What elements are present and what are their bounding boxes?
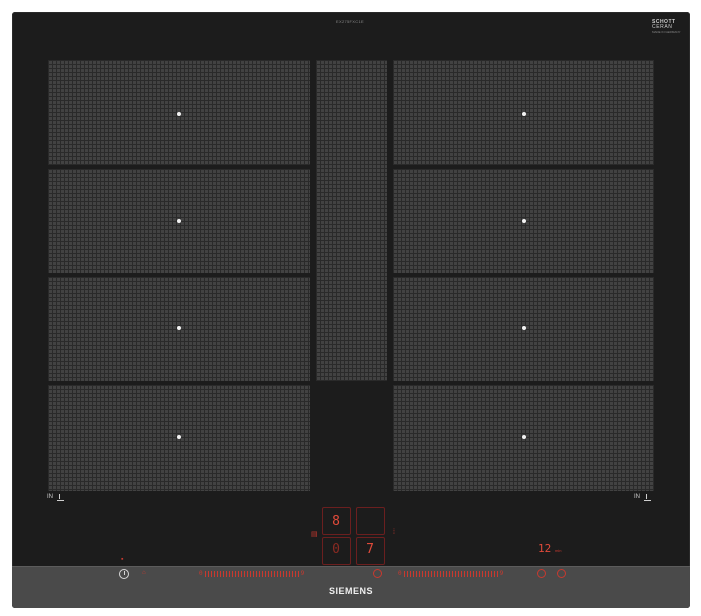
slider-ticks xyxy=(403,570,498,577)
slider-min-label: 0 xyxy=(199,570,203,577)
schott-ceran-logo: SCHOTT CERAN MADE IN GERMANY xyxy=(652,20,686,35)
control-strip-edge xyxy=(12,566,690,567)
model-label: EX275FXC1E xyxy=(336,19,364,24)
display-bottom-left-digit: 0 xyxy=(332,542,340,557)
lock-icon[interactable]: ⌂ xyxy=(142,570,146,576)
timer-unit: min xyxy=(555,548,562,553)
display-bottom-right-digit: 7 xyxy=(366,542,374,557)
slider-max-label: 9 xyxy=(300,570,305,577)
info-icon[interactable] xyxy=(557,569,566,578)
power-icon[interactable] xyxy=(119,569,129,579)
zone-marker xyxy=(177,219,181,223)
boost-icon[interactable] xyxy=(373,569,382,578)
zone-select-icon[interactable]: ⁞ xyxy=(393,529,395,536)
made-in-text: MADE IN GERMANY xyxy=(652,30,681,34)
status-indicator: ▪ xyxy=(121,556,124,563)
brand-logo: SIEMENS xyxy=(328,586,373,596)
in-label-right: IN xyxy=(634,494,640,500)
zone-select-icon[interactable]: ▤ xyxy=(311,531,318,538)
timer-display: 12 xyxy=(538,542,552,555)
zone-marker xyxy=(522,112,526,116)
slider-min-label: 0 xyxy=(398,570,402,577)
slider-ticks xyxy=(204,570,299,577)
zone-marker xyxy=(177,435,181,439)
slider-max-label: 9 xyxy=(499,570,504,577)
power-slider-right[interactable]: 0 9 xyxy=(398,569,503,578)
display-top-left-digit: 8 xyxy=(332,514,340,529)
power-slider-left[interactable]: 0 9 xyxy=(199,569,304,578)
pan-icon xyxy=(57,494,64,501)
center-zone[interactable] xyxy=(316,60,387,381)
zone-marker xyxy=(177,112,181,116)
in-label-left: IN xyxy=(47,494,53,500)
timer-icon[interactable] xyxy=(537,569,546,578)
zone-marker xyxy=(522,219,526,223)
zone-marker xyxy=(522,435,526,439)
pan-icon xyxy=(644,494,651,501)
display-box-top-right xyxy=(356,507,385,535)
zone-marker xyxy=(522,326,526,330)
zone-marker xyxy=(177,326,181,330)
